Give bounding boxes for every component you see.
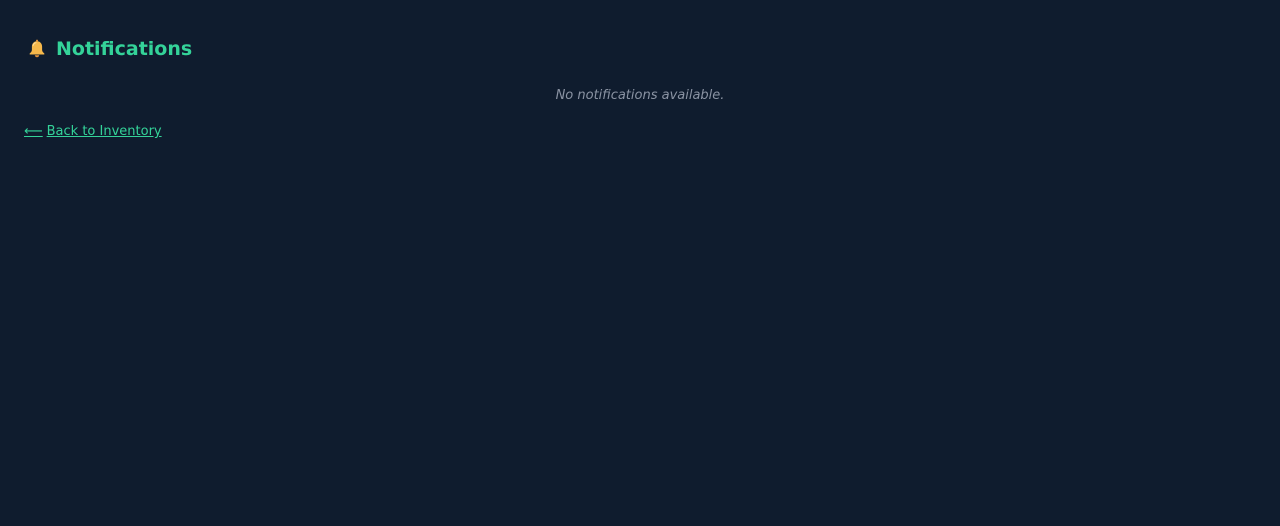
- empty-state-message: No notifications available.: [555, 88, 725, 103]
- notifications-page: Notifications No notifications available…: [0, 0, 1280, 526]
- bell-icon: [26, 38, 48, 60]
- page-title: Notifications: [56, 38, 193, 60]
- back-link-label: Back to Inventory: [46, 124, 162, 139]
- page-header: Notifications: [26, 37, 192, 61]
- back-to-inventory-link[interactable]: ⟵ Back to Inventory: [24, 123, 162, 141]
- arrow-left-icon: ⟵: [24, 124, 43, 139]
